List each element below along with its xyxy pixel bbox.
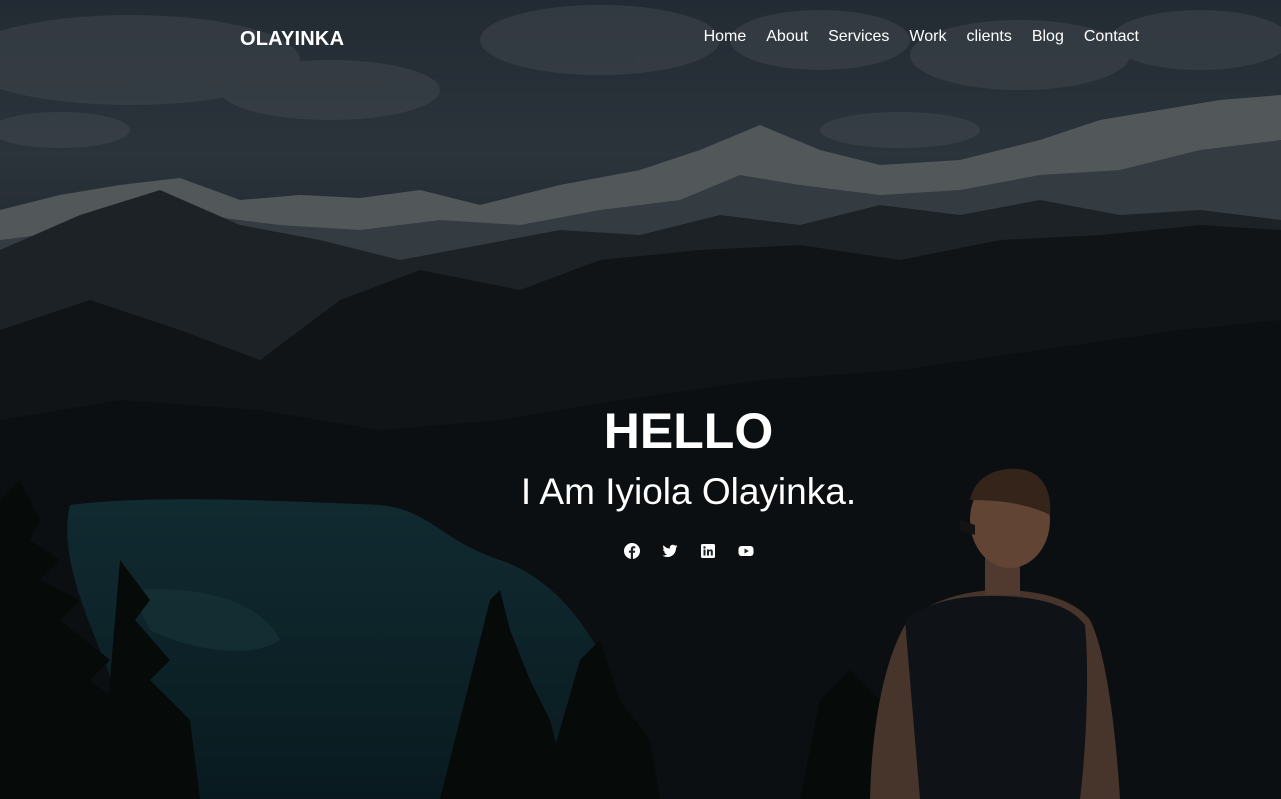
nav-item-contact: Contact bbox=[1074, 27, 1139, 47]
nav-item-work: Work bbox=[899, 27, 956, 47]
site-logo[interactable]: OLAYINKA bbox=[240, 28, 344, 51]
nav-link-home[interactable]: Home bbox=[694, 27, 757, 47]
nav-link-services[interactable]: Services bbox=[818, 27, 899, 47]
nav-link-work[interactable]: Work bbox=[899, 27, 956, 47]
nav-item-blog: Blog bbox=[1022, 27, 1074, 47]
nav-link-clients[interactable]: clients bbox=[956, 27, 1021, 47]
hero-section: OLAYINKA Home About Services Work client… bbox=[0, 0, 1281, 799]
hero-intro: I Am Iyiola Olayinka. bbox=[520, 471, 857, 512]
nav-link-contact[interactable]: Contact bbox=[1074, 27, 1139, 47]
social-links bbox=[0, 542, 1281, 560]
hero-greeting: HELLO bbox=[603, 403, 774, 459]
nav-menu: Home About Services Work clients Blog Co… bbox=[694, 27, 1139, 47]
nav-item-about: About bbox=[756, 27, 818, 47]
nav-link-about[interactable]: About bbox=[756, 27, 818, 47]
nav-item-services: Services bbox=[818, 27, 899, 47]
nav-link-blog[interactable]: Blog bbox=[1022, 27, 1074, 47]
facebook-icon[interactable] bbox=[623, 542, 641, 560]
linkedin-icon[interactable] bbox=[699, 542, 717, 560]
nav-item-clients: clients bbox=[956, 27, 1021, 47]
nav-item-home: Home bbox=[694, 27, 757, 47]
youtube-icon[interactable] bbox=[737, 542, 755, 560]
twitter-icon[interactable] bbox=[661, 542, 679, 560]
top-navigation: OLAYINKA Home About Services Work client… bbox=[0, 0, 1281, 76]
hero-content: HELLO I Am Iyiola Olayinka. bbox=[0, 400, 1281, 560]
